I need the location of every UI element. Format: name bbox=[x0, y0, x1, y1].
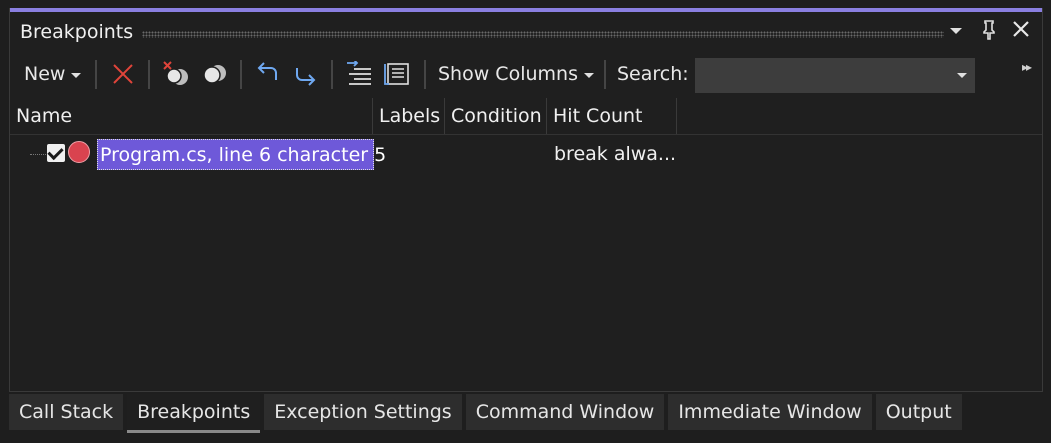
chevron-down-icon bbox=[957, 73, 967, 78]
column-header-condition[interactable]: Condition bbox=[445, 98, 547, 134]
breakpoints-toolbar: New Show Columns Search: bbox=[10, 54, 1042, 94]
show-columns-dropdown[interactable]: Show Columns bbox=[438, 54, 594, 94]
go-to-source-button[interactable] bbox=[254, 54, 280, 94]
window-position-dropdown-icon[interactable] bbox=[945, 20, 967, 42]
drag-grip[interactable] bbox=[142, 31, 944, 38]
show-columns-label: Show Columns bbox=[438, 63, 578, 85]
tab-command-window[interactable]: Command Window bbox=[465, 394, 665, 430]
column-header-row: Name Labels Condition Hit Count bbox=[10, 98, 1042, 135]
breakpoint-row[interactable]: Program.cs, line 6 character 5 break alw… bbox=[10, 138, 1042, 170]
panel-title: Breakpoints bbox=[20, 21, 134, 43]
separator bbox=[148, 60, 150, 89]
go-to-disassembly-button[interactable] bbox=[293, 54, 319, 94]
tab-call-stack[interactable]: Call Stack bbox=[9, 394, 124, 430]
search-label: Search: bbox=[617, 63, 689, 85]
delete-breakpoint-button[interactable] bbox=[111, 54, 135, 94]
tab-exception-settings[interactable]: Exception Settings bbox=[264, 394, 462, 430]
breakpoint-name[interactable]: Program.cs, line 6 character 5 bbox=[97, 139, 386, 170]
breakpoints-panel: Breakpoints New Show Columns Search: ▸▸ … bbox=[9, 8, 1043, 392]
separator bbox=[424, 60, 426, 89]
tab-immediate-window[interactable]: Immediate Window bbox=[668, 394, 872, 430]
redo-arrow-icon bbox=[296, 68, 316, 86]
delete-all-breakpoints-button[interactable] bbox=[162, 54, 190, 94]
export-breakpoints-button[interactable] bbox=[384, 54, 412, 94]
breakpoint-hit-count: break alwa... bbox=[554, 143, 677, 165]
pin-icon[interactable] bbox=[978, 20, 1000, 42]
chevron-down-icon bbox=[583, 73, 594, 78]
tree-connector bbox=[30, 154, 46, 155]
toggle-all-breakpoints-button[interactable] bbox=[200, 54, 228, 94]
breakpoint-icon bbox=[68, 141, 90, 163]
close-icon[interactable] bbox=[1010, 20, 1032, 42]
toggle-all-icon bbox=[203, 65, 226, 84]
search-combobox[interactable] bbox=[695, 58, 975, 93]
import-breakpoints-button[interactable] bbox=[345, 54, 373, 94]
breakpoint-enabled-checkbox[interactable] bbox=[47, 144, 65, 162]
delete-all-icon bbox=[163, 61, 188, 85]
list-box-icon bbox=[384, 63, 409, 85]
list-indent-icon bbox=[347, 61, 371, 85]
delete-icon bbox=[113, 64, 133, 84]
column-header-labels[interactable]: Labels bbox=[373, 98, 445, 134]
separator bbox=[331, 60, 333, 89]
separator bbox=[240, 60, 242, 89]
chevron-down-icon bbox=[71, 73, 82, 78]
title-bar: Breakpoints bbox=[10, 12, 1042, 46]
column-header-hit-count[interactable]: Hit Count bbox=[547, 98, 677, 134]
separator bbox=[95, 60, 97, 89]
toolbar-overflow-icon[interactable]: ▸▸ bbox=[1022, 60, 1032, 74]
new-breakpoint-button[interactable]: New bbox=[24, 54, 82, 94]
tab-output[interactable]: Output bbox=[875, 394, 962, 430]
separator bbox=[604, 60, 606, 89]
column-header-name[interactable]: Name bbox=[10, 98, 373, 134]
new-label: New bbox=[24, 63, 66, 85]
tab-breakpoints[interactable]: Breakpoints bbox=[127, 394, 261, 433]
tool-window-tabs: Call Stack Breakpoints Exception Setting… bbox=[9, 394, 966, 434]
undo-arrow-icon bbox=[257, 62, 277, 80]
